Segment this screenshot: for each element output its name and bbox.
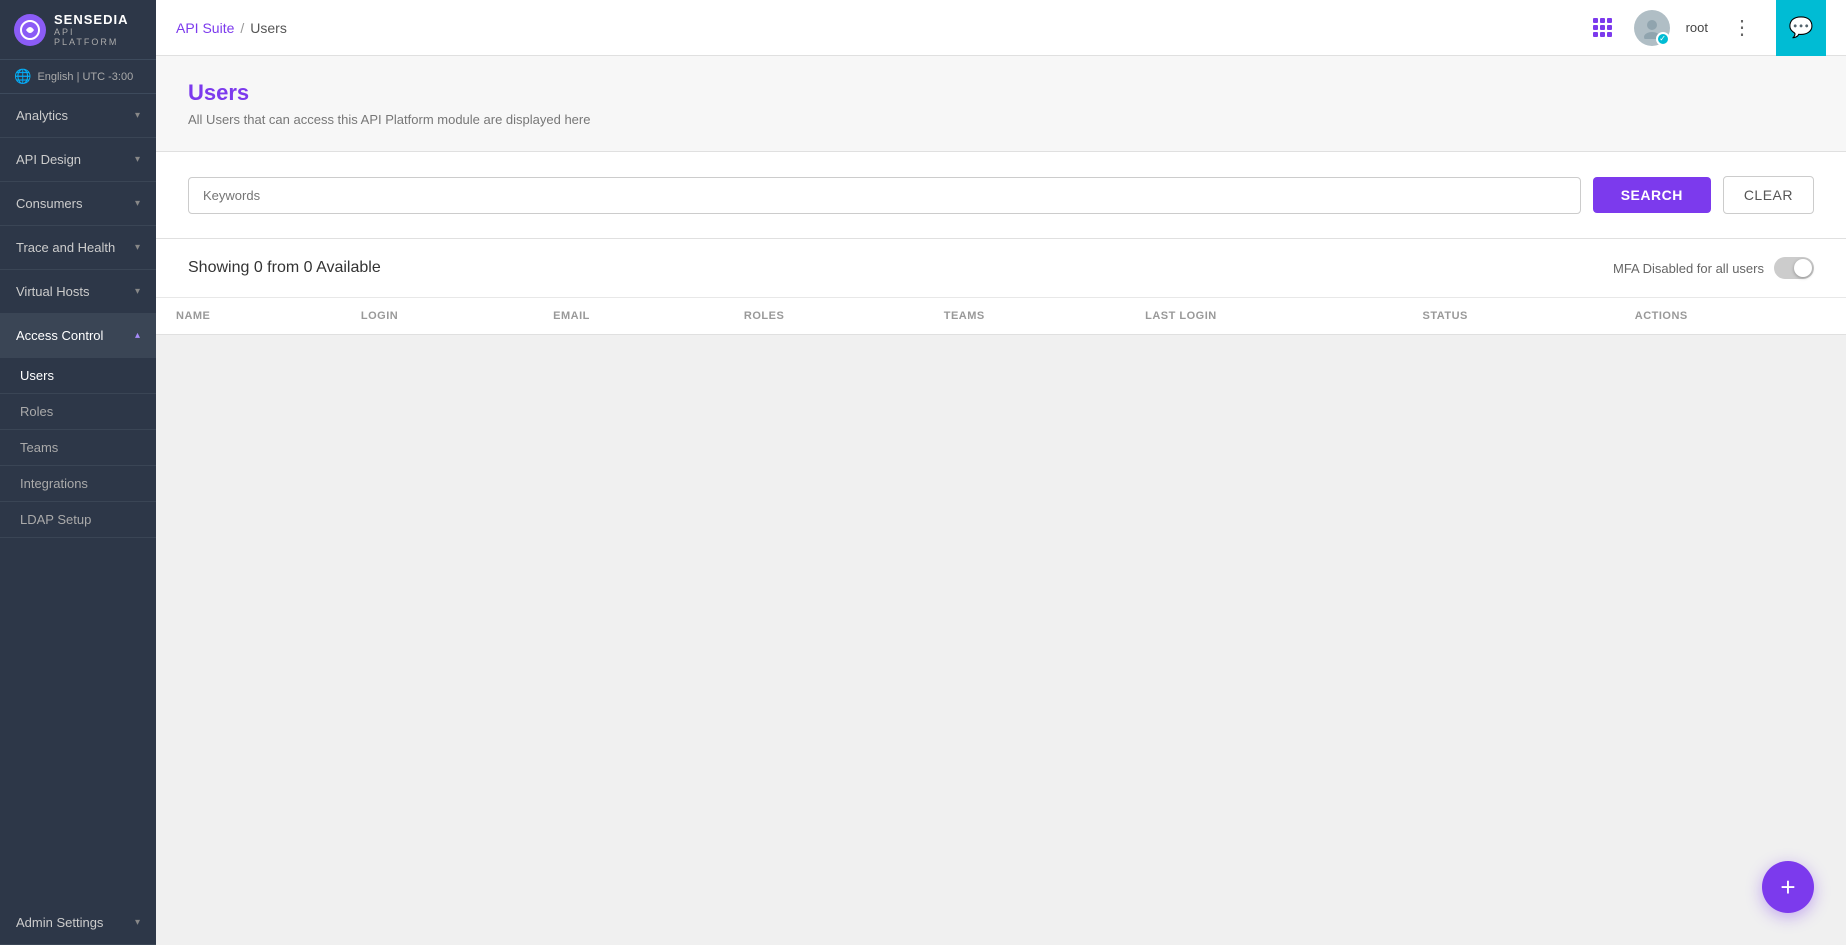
sidebar-subitem-ldap-setup[interactable]: LDAP Setup: [0, 502, 156, 538]
chevron-down-icon: ▾: [135, 154, 140, 165]
locale-bar: 🌐 English | UTC -3:00: [0, 60, 156, 94]
subitem-label: Users: [20, 368, 54, 383]
top-header: API Suite / Users ✓: [156, 0, 1846, 56]
search-button[interactable]: SEARCH: [1593, 177, 1711, 213]
table-header-bar: Showing 0 from 0 Available MFA Disabled …: [156, 239, 1846, 298]
avatar-badge: ✓: [1656, 32, 1670, 46]
chevron-down-icon: ▾: [135, 110, 140, 121]
col-teams: TEAMS: [924, 298, 1125, 335]
sidebar: sensedia API PLATFORM 🌐 English | UTC -3…: [0, 0, 156, 945]
keywords-input[interactable]: [188, 177, 1581, 214]
globe-icon: 🌐: [14, 68, 31, 85]
col-roles: ROLES: [724, 298, 924, 335]
table-head: NAME LOGIN EMAIL ROLES TEAMS LAST LOGIN …: [156, 298, 1846, 335]
more-options-button[interactable]: ⋮: [1724, 11, 1760, 44]
add-fab-button[interactable]: +: [1762, 861, 1814, 913]
user-avatar-wrapper[interactable]: ✓: [1634, 10, 1670, 46]
chevron-up-icon: ▴: [135, 330, 140, 341]
toggle-knob: [1794, 259, 1812, 277]
col-name: NAME: [156, 298, 341, 335]
search-section: SEARCH CLEAR: [156, 152, 1846, 239]
sidebar-subitem-integrations[interactable]: Integrations: [0, 466, 156, 502]
subitem-label: Roles: [20, 404, 53, 419]
page-subtitle: All Users that can access this API Platf…: [188, 112, 1814, 127]
sidebar-item-admin-settings[interactable]: Admin Settings ▾: [0, 901, 156, 945]
sidebar-item-label: Access Control: [16, 328, 103, 343]
logo-icon: [14, 14, 46, 46]
page-title: Users: [188, 80, 1814, 106]
users-table: NAME LOGIN EMAIL ROLES TEAMS LAST LOGIN …: [156, 298, 1846, 335]
sidebar-nav: Analytics ▾ API Design ▾ Consumers ▾ Tra…: [0, 94, 156, 945]
chevron-down-icon: ▾: [135, 242, 140, 253]
chevron-down-icon: ▾: [135, 198, 140, 209]
grid-dots-icon: [1593, 18, 1612, 37]
sidebar-item-analytics[interactable]: Analytics ▾: [0, 94, 156, 138]
subitem-label: Integrations: [20, 476, 88, 491]
main-wrapper: API Suite / Users ✓: [156, 0, 1846, 945]
header-right: ✓ root ⋮ 💬: [1587, 0, 1826, 56]
chat-icon: 💬: [1789, 15, 1814, 40]
grid-menu-button[interactable]: [1587, 12, 1618, 43]
clear-button[interactable]: CLEAR: [1723, 176, 1814, 214]
sidebar-subitem-roles[interactable]: Roles: [0, 394, 156, 430]
col-status: STATUS: [1403, 298, 1615, 335]
col-email: EMAIL: [533, 298, 724, 335]
sidebar-item-label: Trace and Health: [16, 240, 115, 255]
chevron-down-icon: ▾: [135, 917, 140, 928]
sidebar-item-consumers[interactable]: Consumers ▾: [0, 182, 156, 226]
chevron-down-icon: ▾: [135, 286, 140, 297]
username: root: [1686, 20, 1708, 35]
breadcrumb-current: Users: [250, 20, 287, 36]
mfa-toggle[interactable]: [1774, 257, 1814, 279]
breadcrumb: API Suite / Users: [176, 20, 287, 36]
sidebar-item-label: API Design: [16, 152, 81, 167]
sidebar-item-virtual-hosts[interactable]: Virtual Hosts ▾: [0, 270, 156, 314]
page-content: Users All Users that can access this API…: [156, 56, 1846, 945]
mfa-control: MFA Disabled for all users: [1613, 257, 1814, 279]
sidebar-logo: sensedia API PLATFORM: [0, 0, 156, 60]
showing-count: Showing 0 from 0 Available: [188, 259, 381, 277]
col-last-login: LAST LOGIN: [1125, 298, 1402, 335]
col-actions: ACTIONS: [1615, 298, 1846, 335]
brand-name: sensedia: [54, 12, 142, 27]
breadcrumb-separator: /: [240, 20, 244, 36]
mfa-label: MFA Disabled for all users: [1613, 261, 1764, 276]
sidebar-item-api-design[interactable]: API Design ▾: [0, 138, 156, 182]
sidebar-item-trace-and-health[interactable]: Trace and Health ▾: [0, 226, 156, 270]
sidebar-subitem-users[interactable]: Users: [0, 358, 156, 394]
chat-button[interactable]: 💬: [1776, 0, 1826, 56]
subitem-label: Teams: [20, 440, 58, 455]
sidebar-item-label: Analytics: [16, 108, 68, 123]
subitem-label: LDAP Setup: [20, 512, 91, 527]
sidebar-item-access-control[interactable]: Access Control ▴: [0, 314, 156, 358]
table-section: Showing 0 from 0 Available MFA Disabled …: [156, 239, 1846, 335]
table-header-row: NAME LOGIN EMAIL ROLES TEAMS LAST LOGIN …: [156, 298, 1846, 335]
col-login: LOGIN: [341, 298, 533, 335]
sidebar-subitem-teams[interactable]: Teams: [0, 430, 156, 466]
page-header-section: Users All Users that can access this API…: [156, 56, 1846, 152]
logo-text: sensedia API PLATFORM: [54, 12, 142, 47]
sidebar-item-label: Virtual Hosts: [16, 284, 89, 299]
sidebar-item-label: Admin Settings: [16, 915, 103, 930]
brand-subtitle: API PLATFORM: [54, 27, 142, 47]
locale-label: English | UTC -3:00: [37, 71, 133, 83]
breadcrumb-parent[interactable]: API Suite: [176, 20, 234, 36]
sidebar-item-label: Consumers: [16, 196, 82, 211]
